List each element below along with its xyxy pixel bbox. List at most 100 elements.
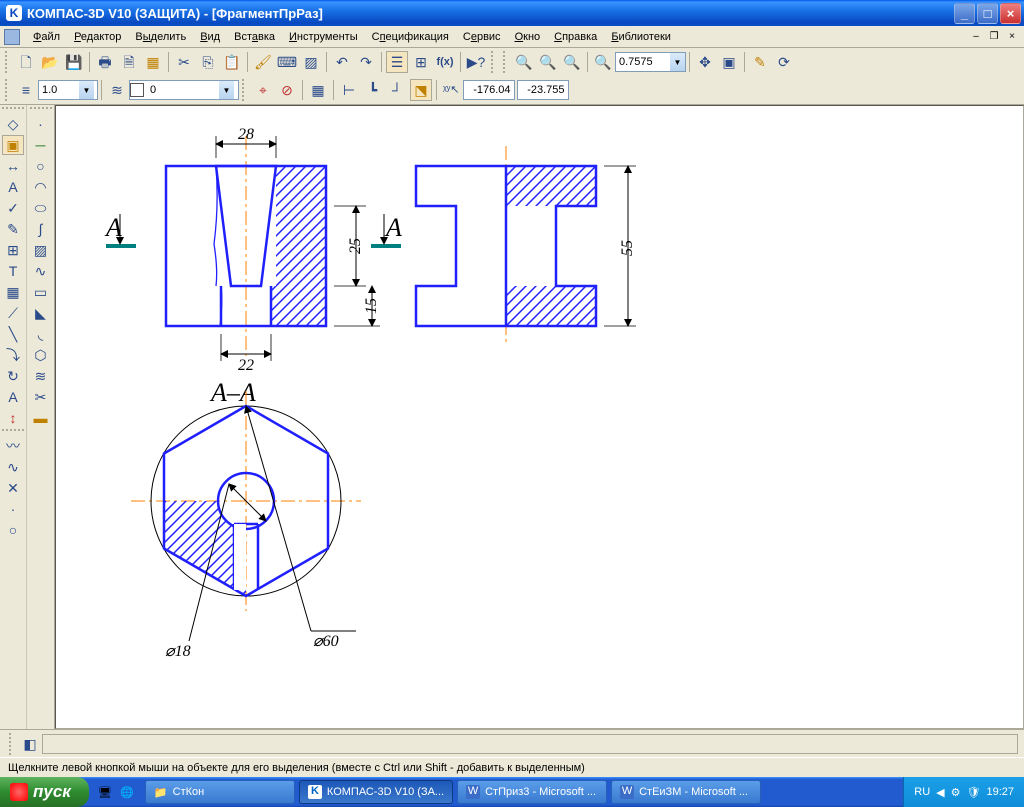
task-4[interactable]: WСтЕиЗМ - Microsoft ... xyxy=(611,780,761,804)
arc2-btn[interactable]: ◠ xyxy=(30,177,52,197)
coord-x[interactable] xyxy=(463,80,515,100)
seg-btn[interactable]: ─ xyxy=(30,135,52,155)
ortho-h-button[interactable]: ⊢ xyxy=(338,79,360,101)
geom-btn[interactable]: ◇ xyxy=(2,114,24,134)
zoom-out-button[interactable]: 🔍 xyxy=(537,51,559,73)
vars-button[interactable]: ⊞ xyxy=(410,51,432,73)
ortho-button[interactable]: ⬔ xyxy=(410,79,432,101)
menu-select[interactable]: Выделить xyxy=(128,28,193,46)
ql-desktop-icon[interactable]: 🖥 xyxy=(95,781,115,803)
bezier-btn[interactable]: ∫ xyxy=(30,219,52,239)
line-width-combo[interactable]: ▼ xyxy=(38,80,98,100)
preview-button[interactable]: 🗎 xyxy=(118,51,140,73)
print-button[interactable]: 🖶 xyxy=(94,51,116,73)
menu-tools[interactable]: Инструменты xyxy=(282,28,365,46)
menu-service[interactable]: Сервис xyxy=(456,28,508,46)
menu-insert[interactable]: Вставка xyxy=(227,28,282,46)
ortho-v-button[interactable]: ┗ xyxy=(362,79,384,101)
props-button[interactable]: ▦ xyxy=(142,51,164,73)
offset-btn[interactable]: ≋ xyxy=(30,366,52,386)
copy-button[interactable]: ⎘ xyxy=(197,51,219,73)
point-btn[interactable]: · xyxy=(2,499,24,519)
menu-help[interactable]: Справка xyxy=(547,28,604,46)
prop-btn[interactable]: ◧ xyxy=(19,733,41,755)
poly-btn[interactable]: ⬡ xyxy=(30,345,52,365)
zoom-combo[interactable]: ▼ xyxy=(615,52,686,72)
font-btn[interactable]: A xyxy=(2,387,24,407)
tray-icon-1[interactable]: ◀ xyxy=(936,786,944,799)
param-btn[interactable]: ⊞ xyxy=(2,240,24,260)
lang-indicator[interactable]: RU xyxy=(914,786,930,798)
zoom-arrow-icon[interactable]: ▼ xyxy=(670,53,685,71)
fit-button[interactable]: ▣ xyxy=(718,51,740,73)
help-button[interactable]: ▶? xyxy=(465,51,487,73)
manager-button[interactable]: ☰ xyxy=(386,51,408,73)
hatch2-btn[interactable]: ▨ xyxy=(30,240,52,260)
dim2-btn[interactable]: ↕ xyxy=(2,408,24,428)
layer-value[interactable] xyxy=(147,81,219,99)
rough-btn[interactable]: ✓ xyxy=(2,198,24,218)
pivot-btn[interactable]: ↻ xyxy=(2,366,24,386)
minimize-button[interactable]: _ xyxy=(954,3,975,24)
task-3[interactable]: WСтПриз3 - Microsoft ... xyxy=(457,780,607,804)
redraw-button[interactable]: ✎ xyxy=(749,51,771,73)
start-button[interactable]: пуск xyxy=(0,777,89,807)
trim-btn[interactable]: ✂ xyxy=(30,387,52,407)
ql-browser-icon[interactable]: 🌐 xyxy=(117,781,137,803)
line-width-value[interactable] xyxy=(39,81,79,99)
doc-icon[interactable] xyxy=(4,29,20,45)
open-button[interactable]: 📂 xyxy=(39,51,61,73)
drawing-canvas[interactable]: А 28 xyxy=(55,105,1024,729)
select-btn[interactable]: ▣ xyxy=(2,135,24,155)
fill-btn[interactable]: ▬ xyxy=(30,408,52,428)
tray-icon-3[interactable]: 🛡 xyxy=(967,786,981,799)
cut-button[interactable]: ✂ xyxy=(173,51,195,73)
layers-button[interactable]: ≋ xyxy=(106,79,128,101)
menu-edit[interactable]: Редактор xyxy=(67,28,128,46)
menu-lib[interactable]: Библиотеки xyxy=(604,28,678,46)
menu-window[interactable]: Окно xyxy=(508,28,548,46)
snap-mid-button[interactable]: ⊘ xyxy=(276,79,298,101)
undo-button[interactable]: ↶ xyxy=(331,51,353,73)
ellipse-btn[interactable]: ⬭ xyxy=(30,198,52,218)
local-cs-button[interactable]: ┘ xyxy=(386,79,408,101)
layer-arrow-icon[interactable]: ▼ xyxy=(219,81,234,99)
new-button[interactable]: 🗋 xyxy=(15,51,37,73)
brush-button[interactable]: 🖌 xyxy=(252,51,274,73)
tray-clock[interactable]: 19:27 xyxy=(986,786,1014,798)
check-button[interactable]: ⌨ xyxy=(276,51,298,73)
task-2[interactable]: KКОМПАС-3D V10 (ЗА... xyxy=(299,780,453,804)
zoom-in-button[interactable]: 🔍 xyxy=(513,51,535,73)
pt-btn[interactable]: · xyxy=(30,114,52,134)
style-button[interactable]: ≡ xyxy=(15,79,37,101)
mdi-close[interactable]: × xyxy=(1004,30,1020,44)
redo-button[interactable]: ↷ xyxy=(355,51,377,73)
maximize-button[interactable]: □ xyxy=(977,3,998,24)
func-button[interactable]: f(x) xyxy=(434,51,456,73)
prop-panel[interactable] xyxy=(42,734,1018,754)
menu-spec[interactable]: Спецификация xyxy=(365,28,456,46)
table-btn[interactable]: ▦ xyxy=(2,282,24,302)
fillet-btn[interactable]: ◟ xyxy=(30,324,52,344)
cline-btn[interactable]: ∿ xyxy=(30,261,52,281)
mdi-restore[interactable]: ❐ xyxy=(986,30,1002,44)
curve-btn[interactable]: 〰 xyxy=(2,436,24,456)
line-btn[interactable]: ╲ xyxy=(2,324,24,344)
snap-end-button[interactable]: ⌖ xyxy=(252,79,274,101)
mdi-min[interactable]: – xyxy=(968,30,984,44)
refresh-button[interactable]: ⟳ xyxy=(773,51,795,73)
close-button[interactable]: × xyxy=(1000,3,1021,24)
chamf-btn[interactable]: ◣ xyxy=(30,303,52,323)
pan-button[interactable]: ✥ xyxy=(694,51,716,73)
coord-y[interactable] xyxy=(517,80,569,100)
circle2-btn[interactable]: ○ xyxy=(2,520,24,540)
edit-btn[interactable]: ✎ xyxy=(2,219,24,239)
save-button[interactable]: 💾 xyxy=(63,51,85,73)
line-width-arrow-icon[interactable]: ▼ xyxy=(79,81,94,99)
grid-button[interactable]: ▦ xyxy=(307,79,329,101)
hatch-btn[interactable]: ⟋ xyxy=(2,303,24,323)
measure-btn[interactable]: T xyxy=(2,261,24,281)
task-1[interactable]: 📁СтКон xyxy=(145,780,295,804)
tray-icon-2[interactable]: ⚙ xyxy=(951,786,961,799)
menu-view[interactable]: Вид xyxy=(193,28,227,46)
